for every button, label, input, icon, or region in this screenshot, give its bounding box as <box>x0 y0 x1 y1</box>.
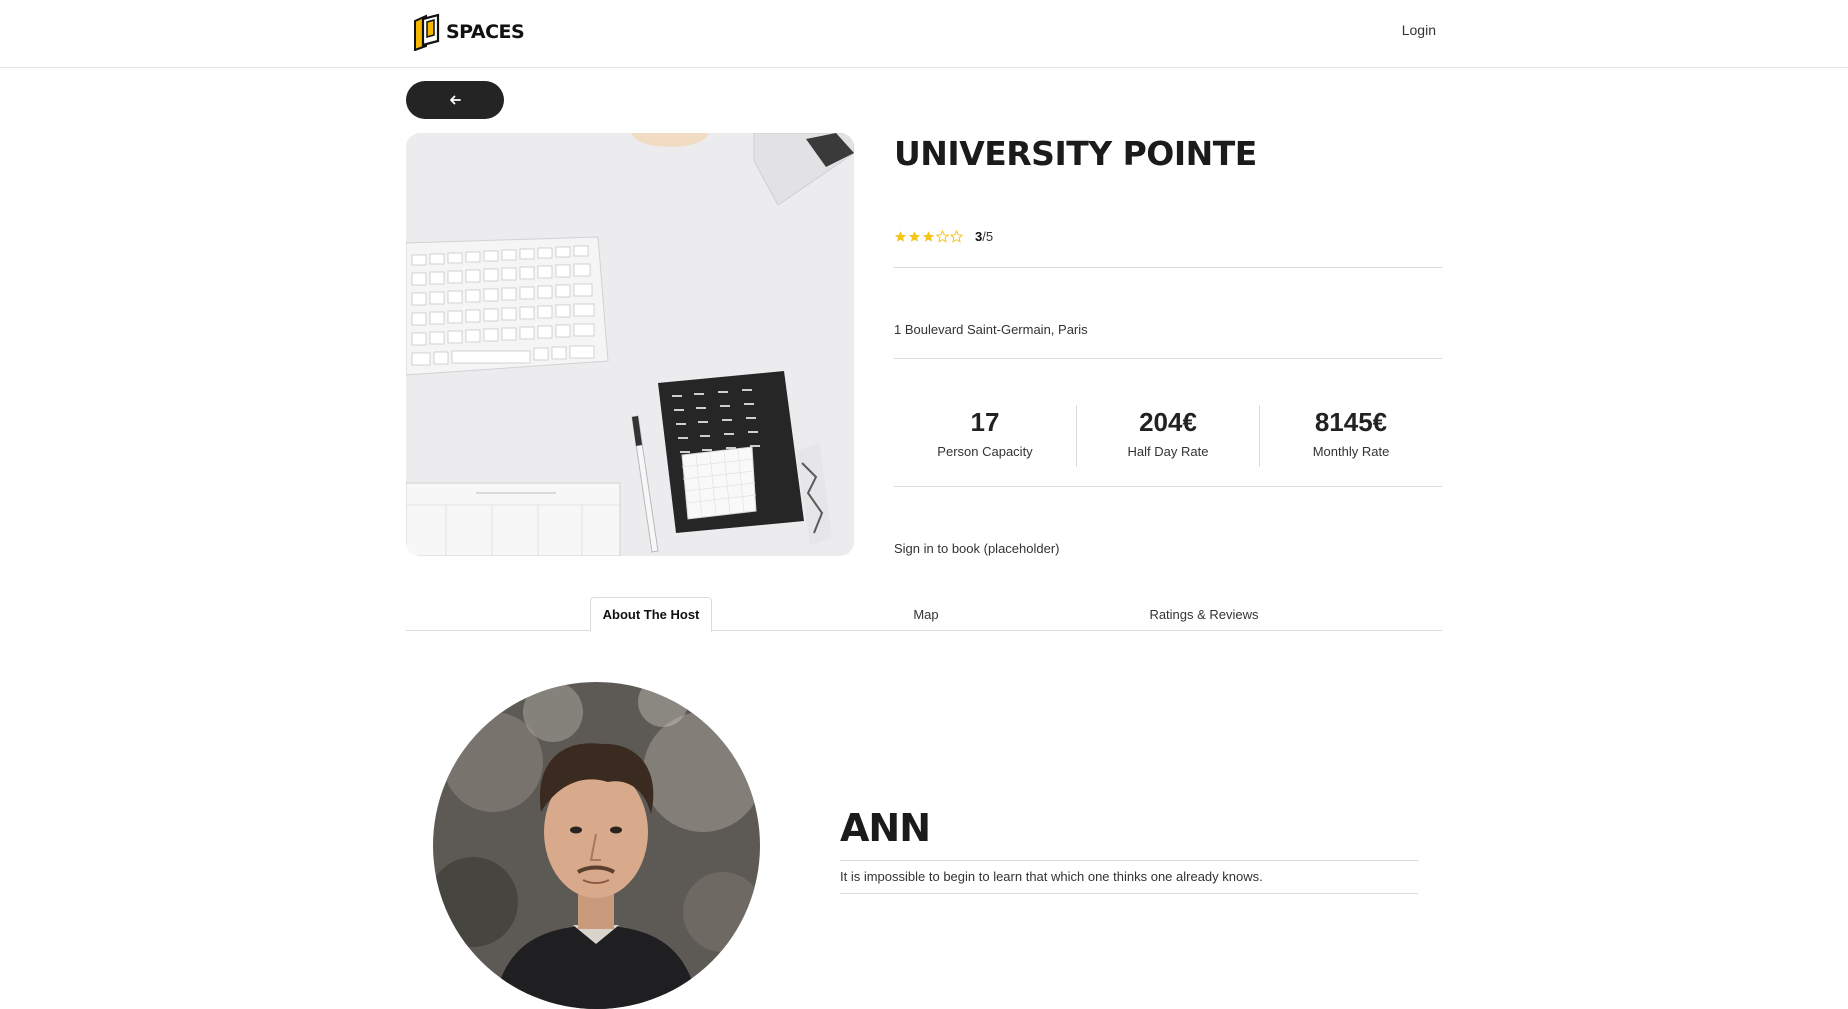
host-avatar <box>433 682 760 1009</box>
listing-rating: 3 /5 <box>894 229 993 244</box>
arrow-left-icon <box>450 95 461 105</box>
spaces-logo[interactable]: SPACES <box>412 12 525 52</box>
tab-map[interactable]: Map <box>886 597 966 631</box>
booking-note: Sign in to book (placeholder) <box>894 541 1060 556</box>
stat-value: 204€ <box>1139 407 1197 437</box>
host-name: ANN <box>840 806 931 850</box>
stat-half-day-rate: 204€ Half Day Rate <box>1077 405 1260 467</box>
stat-label: Person Capacity <box>937 444 1033 459</box>
star-rating <box>894 230 963 243</box>
stat-value: 17 <box>970 407 1000 437</box>
stat-monthly-rate: 8145€ Monthly Rate <box>1260 405 1442 467</box>
divider <box>840 860 1418 861</box>
star-filled-icon <box>922 231 935 242</box>
logo-icon <box>414 13 440 51</box>
divider <box>894 267 1442 268</box>
rating-value: 3 <box>975 229 983 244</box>
stat-label: Monthly Rate <box>1312 444 1390 459</box>
rating-max: /5 <box>982 229 994 244</box>
stat-value: 8145€ <box>1314 407 1388 437</box>
host-quote: It is impossible to begin to learn that … <box>840 869 1263 884</box>
star-empty-icon <box>936 230 949 243</box>
stat-person-capacity: 17 Person Capacity <box>894 405 1077 467</box>
listing-title: UNIVERSITY POINTE <box>894 134 1257 173</box>
top-navigation-bar: SPACES Login <box>0 0 1848 68</box>
listing-photo <box>406 133 854 556</box>
back-button[interactable] <box>406 81 504 119</box>
divider <box>894 486 1442 487</box>
detail-tabs: About The Host Map Ratings & Reviews <box>406 597 1442 632</box>
star-filled-icon <box>908 231 921 242</box>
logo-text: SPACES <box>446 21 525 43</box>
stat-label: Half Day Rate <box>1127 444 1209 459</box>
listing-stats: 17 Person Capacity 204€ Half Day Rate 81… <box>894 405 1442 467</box>
star-empty-icon <box>950 230 963 243</box>
tab-about-the-host[interactable]: About The Host <box>590 597 712 632</box>
listing-address: 1 Boulevard Saint-Germain, Paris <box>894 322 1088 337</box>
divider <box>894 358 1442 359</box>
star-filled-icon <box>894 231 907 242</box>
divider <box>840 893 1418 894</box>
login-link[interactable]: Login <box>1402 22 1436 38</box>
tab-ratings-reviews[interactable]: Ratings & Reviews <box>1126 597 1282 631</box>
